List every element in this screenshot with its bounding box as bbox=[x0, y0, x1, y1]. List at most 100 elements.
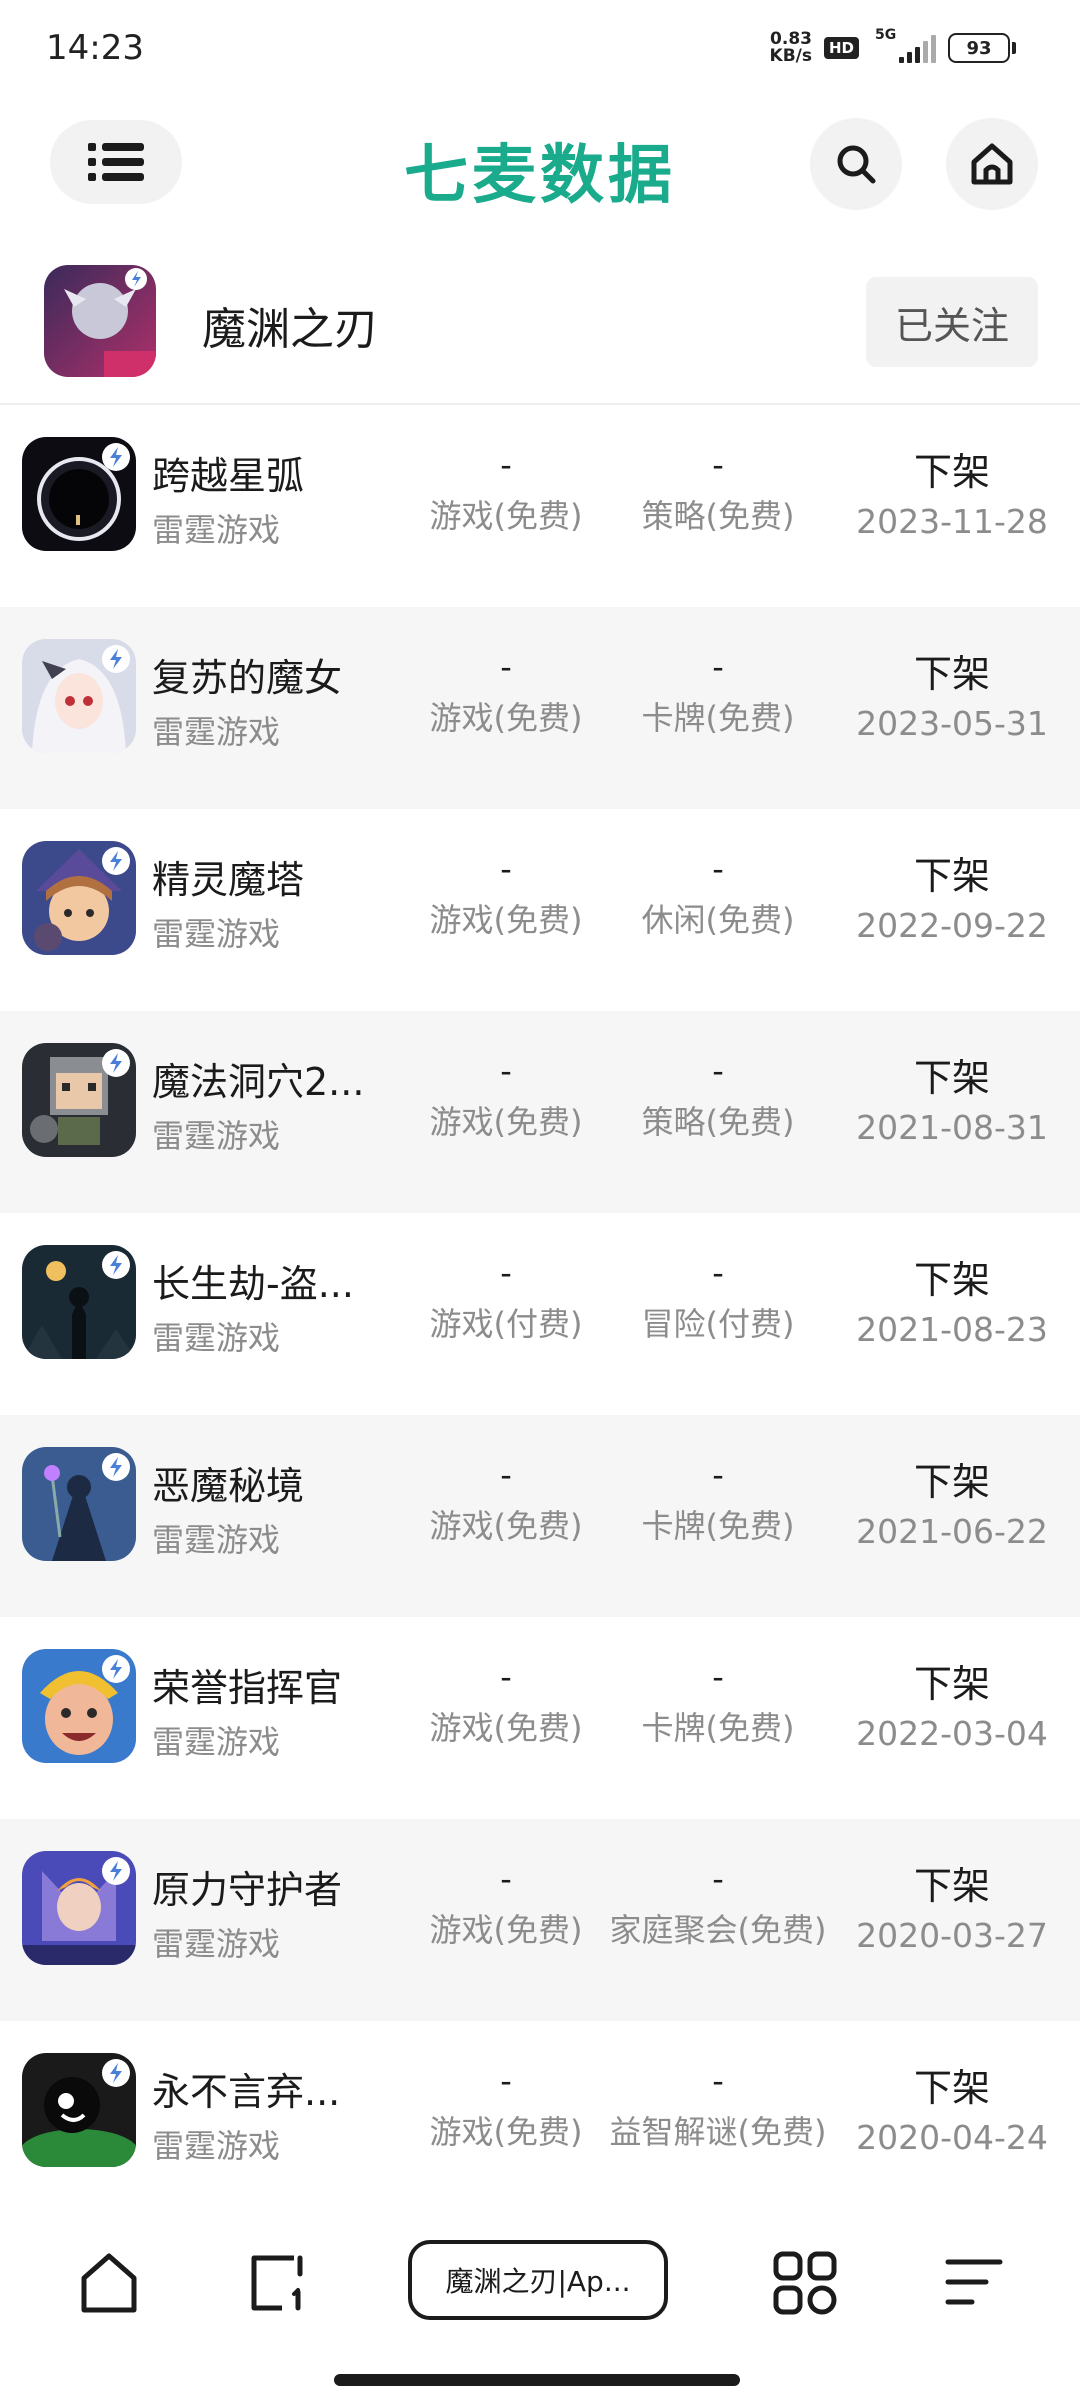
rank-column: - 游戏(免费) bbox=[386, 1859, 626, 1951]
category-label: 游戏(免费) bbox=[429, 1507, 583, 1545]
list-item[interactable]: 原力守护者 雷霆游戏 - 游戏(免费) - 家庭聚会(免费) 下架 2020-0… bbox=[0, 1819, 1080, 2021]
rank-value: - bbox=[712, 850, 724, 888]
rank-value: - bbox=[500, 1456, 512, 1494]
app-icon bbox=[22, 437, 136, 551]
status-column: 下架 2021-08-31 bbox=[832, 1047, 1072, 1147]
status-bar: 14:23 0.83 KB/s HD 5G 93 bbox=[0, 0, 1080, 100]
more-menu-button[interactable] bbox=[938, 2248, 1008, 2318]
app-name: 跨越星弧 bbox=[152, 454, 305, 498]
rank-value: - bbox=[500, 648, 512, 686]
list-item[interactable]: 精灵魔塔 雷霆游戏 - 游戏(免费) - 休闲(免费) 下架 2022-09-2… bbox=[0, 809, 1080, 1011]
status-label: 下架 bbox=[913, 1662, 990, 1706]
signal-icon: 5G bbox=[871, 27, 936, 63]
status-column: 下架 2021-06-22 bbox=[832, 1451, 1072, 1551]
status-date: 2021-06-22 bbox=[856, 1512, 1048, 1551]
app-developer: 雷霆游戏 bbox=[152, 511, 281, 549]
category-label: 卡牌(免费) bbox=[641, 699, 795, 737]
category-label: 策略(免费) bbox=[641, 497, 795, 535]
status-date: 2022-09-22 bbox=[856, 906, 1048, 945]
bolt-icon bbox=[102, 1049, 130, 1077]
status-column: 下架 2020-03-27 bbox=[832, 1855, 1072, 1955]
network-type: 5G bbox=[875, 27, 897, 43]
list-item[interactable]: 荣誉指挥官 雷霆游戏 - 游戏(免费) - 卡牌(免费) 下架 2022-03-… bbox=[0, 1617, 1080, 1819]
rank-value: - bbox=[712, 1254, 724, 1292]
rank-value: - bbox=[500, 446, 512, 484]
grid-icon bbox=[773, 2251, 837, 2315]
menu-lines-icon bbox=[945, 2259, 1003, 2305]
rank-value: - bbox=[500, 1052, 512, 1090]
home-icon bbox=[971, 143, 1013, 185]
app-name: 荣誉指挥官 bbox=[152, 1666, 343, 1710]
list-item[interactable]: 复苏的魔女 雷霆游戏 - 游戏(免费) - 卡牌(免费) 下架 2023-05-… bbox=[0, 607, 1080, 809]
status-column: 下架 2023-05-31 bbox=[832, 643, 1072, 743]
category-label: 策略(免费) bbox=[641, 1103, 795, 1141]
category-label: 休闲(免费) bbox=[641, 901, 795, 939]
category-label: 家庭聚会(免费) bbox=[609, 1911, 827, 1949]
status-date: 2023-05-31 bbox=[856, 704, 1048, 743]
rank-column: - 卡牌(免费) bbox=[598, 1455, 838, 1547]
status-date: 2022-03-04 bbox=[856, 1714, 1048, 1753]
app-title: 魔渊之刃 bbox=[202, 304, 378, 355]
status-column: 下架 2021-08-23 bbox=[832, 1249, 1072, 1349]
category-label: 游戏(免费) bbox=[429, 497, 583, 535]
status-label: 下架 bbox=[913, 2066, 990, 2110]
rank-value: - bbox=[500, 1860, 512, 1898]
gesture-bar[interactable] bbox=[334, 2374, 740, 2386]
rank-column: - 卡牌(免费) bbox=[598, 647, 838, 739]
list-item[interactable]: 永不言弃... 雷霆游戏 - 游戏(免费) - 益智解谜(免费) 下架 2020… bbox=[0, 2021, 1080, 2223]
category-label: 游戏(免费) bbox=[429, 1911, 583, 1949]
rank-column: - 游戏(免费) bbox=[386, 2061, 626, 2153]
rank-column: - 游戏(免费) bbox=[386, 445, 626, 537]
rank-column: - 游戏(免费) bbox=[386, 1657, 626, 1749]
tabs-icon bbox=[251, 2255, 303, 2311]
category-label: 游戏(免费) bbox=[429, 1103, 583, 1141]
rank-value: - bbox=[500, 850, 512, 888]
app-icon bbox=[22, 1649, 136, 1763]
app-name: 永不言弃... bbox=[152, 2070, 341, 2114]
list-item[interactable]: 长生劫-盗... 雷霆游戏 - 游戏(付费) - 冒险(付费) 下架 2021-… bbox=[0, 1213, 1080, 1415]
bolt-icon bbox=[102, 1655, 130, 1683]
address-bar[interactable]: 魔渊之刃|Ap... bbox=[408, 2240, 668, 2320]
top-header: 七麦数据 bbox=[0, 110, 1080, 220]
rank-column: - 游戏(付费) bbox=[386, 1253, 626, 1345]
app-developer: 雷霆游戏 bbox=[152, 1319, 281, 1357]
hd-icon: HD bbox=[823, 37, 859, 59]
tabs-button[interactable] bbox=[242, 2248, 312, 2318]
list-item[interactable]: 魔法洞穴2... 雷霆游戏 - 游戏(免费) - 策略(免费) 下架 2021-… bbox=[0, 1011, 1080, 1213]
category-label: 冒险(付费) bbox=[641, 1305, 795, 1343]
bolt-icon bbox=[102, 847, 130, 875]
logo[interactable]: 七麦数据 bbox=[0, 124, 1080, 216]
status-date: 2023-11-28 bbox=[856, 502, 1048, 541]
status-label: 下架 bbox=[913, 1056, 990, 1100]
search-button[interactable] bbox=[810, 118, 902, 210]
home-button[interactable] bbox=[946, 118, 1038, 210]
network-speed-unit: KB/s bbox=[769, 46, 812, 66]
app-name: 原力守护者 bbox=[152, 1868, 343, 1912]
rank-value: - bbox=[712, 648, 724, 686]
bolt-icon bbox=[102, 1251, 130, 1279]
status-date: 2020-04-24 bbox=[856, 2118, 1048, 2157]
category-label: 游戏(免费) bbox=[429, 2113, 583, 2151]
list-item[interactable]: 跨越星弧 雷霆游戏 - 游戏(免费) - 策略(免费) 下架 2023-11-2… bbox=[0, 405, 1080, 607]
list-item[interactable]: 恶魔秘境 雷霆游戏 - 游戏(免费) - 卡牌(免费) 下架 2021-06-2… bbox=[0, 1415, 1080, 1617]
rank-value: - bbox=[500, 1658, 512, 1696]
browser-home-button[interactable] bbox=[74, 2248, 144, 2318]
category-label: 益智解谜(免费) bbox=[609, 2113, 827, 2151]
rank-value: - bbox=[712, 446, 724, 484]
rank-value: - bbox=[712, 1052, 724, 1090]
app-developer: 雷霆游戏 bbox=[152, 1723, 281, 1761]
rank-column: - 策略(免费) bbox=[598, 445, 838, 537]
app-developer: 雷霆游戏 bbox=[152, 1117, 281, 1155]
status-label: 下架 bbox=[913, 1258, 990, 1302]
rank-column: - 冒险(付费) bbox=[598, 1253, 838, 1345]
battery-icon: 93 bbox=[948, 33, 1016, 63]
rank-value: - bbox=[712, 1860, 724, 1898]
category-label: 游戏(付费) bbox=[429, 1305, 583, 1343]
app-icon bbox=[22, 1245, 136, 1359]
follow-button[interactable]: 已关注 bbox=[866, 277, 1038, 367]
app-icon bbox=[22, 639, 136, 753]
rank-column: - 游戏(免费) bbox=[386, 1455, 626, 1547]
status-date: 2021-08-23 bbox=[856, 1310, 1048, 1349]
apps-button[interactable] bbox=[770, 2248, 840, 2318]
status-date: 2020-03-27 bbox=[856, 1916, 1048, 1955]
